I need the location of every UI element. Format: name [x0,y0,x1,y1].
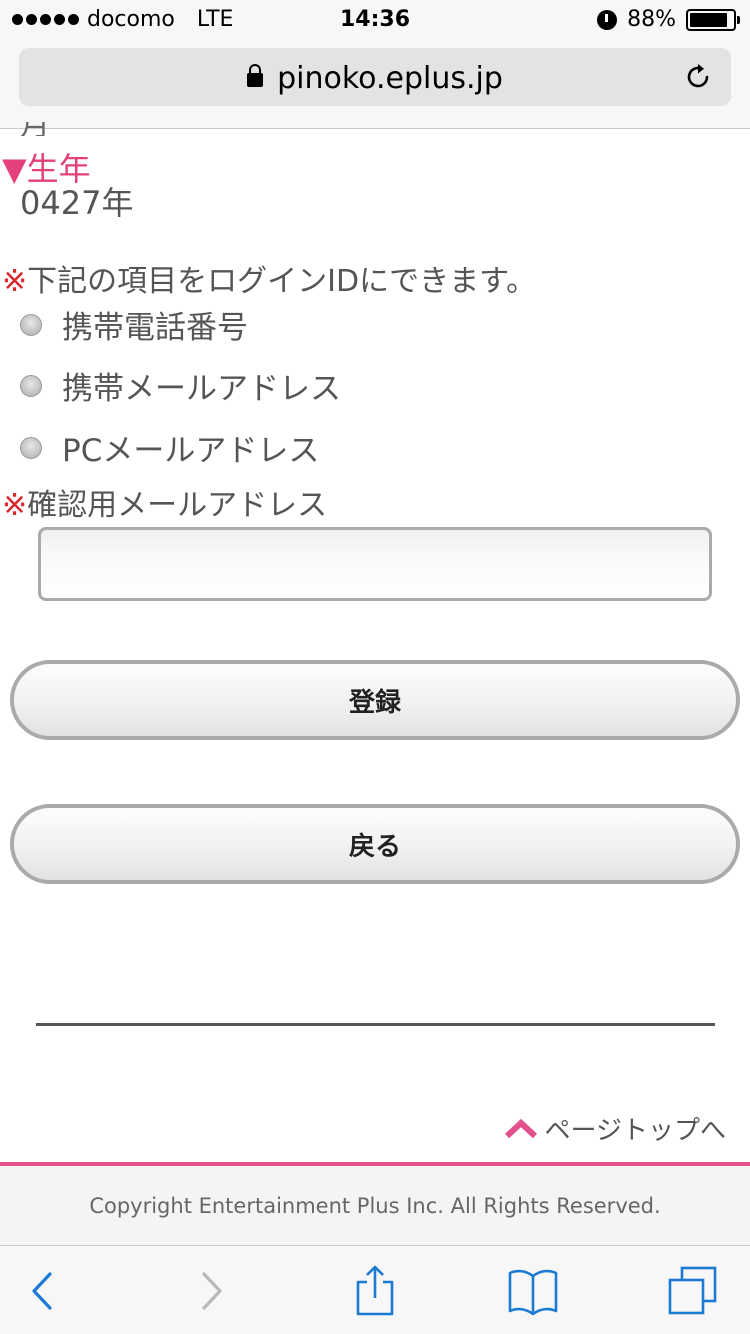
radio-label: 携帯メールアドレス [62,371,341,407]
browser-toolbar [0,1245,750,1334]
radio-button[interactable] [20,374,42,397]
reload-icon[interactable] [685,63,713,91]
status-right: 88% [597,7,740,32]
back-arrow-icon[interactable] [16,1264,70,1318]
url-label: pinoko.eplus.jp [277,61,503,96]
page-top-link[interactable]: ページトップへ [503,1110,726,1147]
radio-option-pc-email[interactable]: PCメールアドレス [20,425,319,470]
footer: Copyright Entertainment Plus Inc. All Ri… [0,1166,750,1245]
address-text[interactable]: pinoko.eplus.jp [19,61,731,96]
lock-icon [247,64,264,87]
login-id-note-text: 下記の項目をログインIDにできます。 [27,264,537,299]
confirm-email-input[interactable] [38,527,712,601]
tabs-icon[interactable] [666,1264,720,1318]
required-mark: ※ [2,264,28,299]
radio-label: PCメールアドレス [62,433,320,469]
birth-year-value: 0427年 [20,184,134,222]
register-button[interactable]: 登録 [10,660,740,740]
bookmarks-icon[interactable] [506,1264,560,1318]
status-bar: docomo LTE 14:36 88% [0,0,750,40]
radio-button[interactable] [20,313,42,336]
battery-percent: 88% [627,7,676,32]
copyright-text: Copyright Entertainment Plus Inc. All Ri… [89,1194,661,1218]
battery-fill [690,12,727,27]
radio-label: 携帯電話番号 [62,310,248,346]
radio-option-mobile-phone[interactable]: 携帯電話番号 [20,302,248,347]
share-icon[interactable] [348,1264,402,1318]
confirm-email-label-text: 確認用メールアドレス [27,488,328,523]
alarm-icon [597,9,618,30]
battery-icon [686,8,740,31]
required-mark: ※ [2,488,28,523]
partial-text: 月 [20,122,50,136]
chevron-up-icon [504,1118,537,1138]
radio-button[interactable] [20,436,42,459]
confirm-email-label: ※確認用メールアドレス [2,480,327,524]
back-button[interactable]: 戻る [10,804,740,884]
page-top-label: ページトップへ [544,1116,726,1146]
login-id-note: ※下記の項目をログインIDにできます。 [2,256,536,300]
forward-arrow-icon[interactable] [184,1264,238,1318]
address-bar[interactable]: pinoko.eplus.jp [19,48,731,106]
browser-header: pinoko.eplus.jp [0,40,750,129]
radio-option-mobile-email[interactable]: 携帯メールアドレス [20,363,341,408]
divider [36,1023,715,1026]
